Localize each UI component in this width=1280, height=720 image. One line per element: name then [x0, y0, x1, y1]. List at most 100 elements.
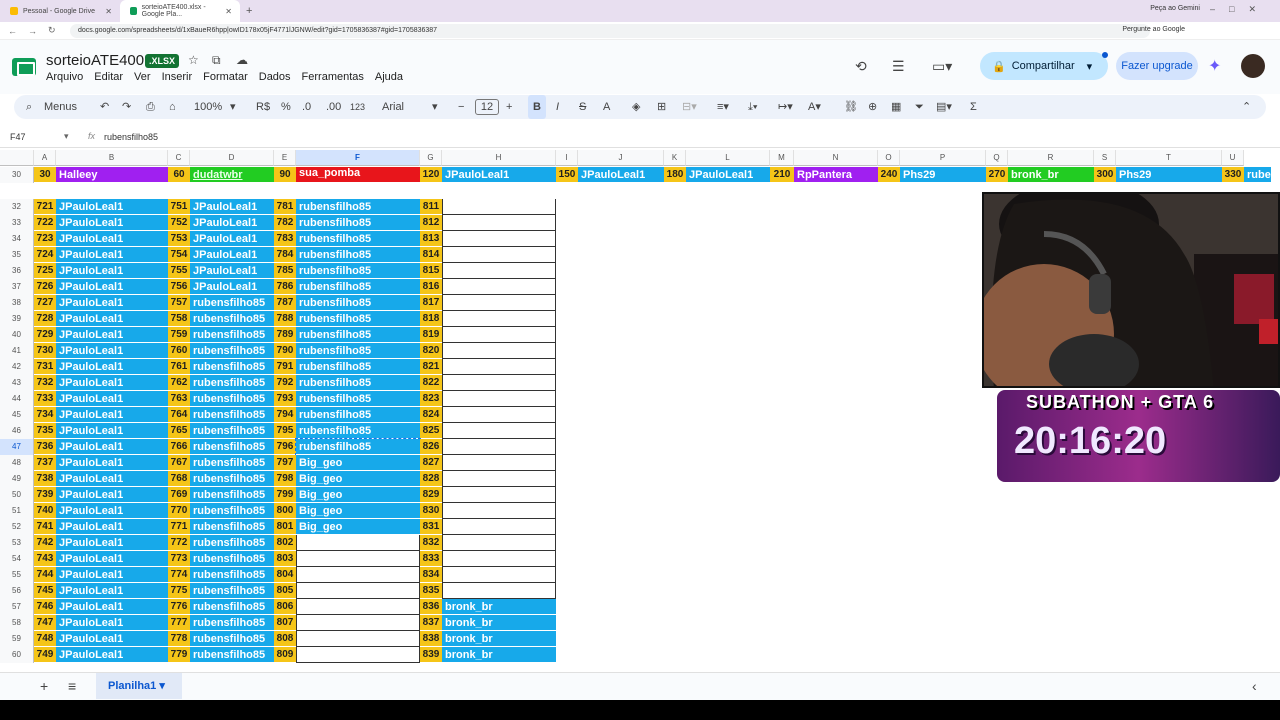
number-cell[interactable]: 726	[34, 279, 56, 295]
number-cell[interactable]: 747	[34, 615, 56, 631]
header-range-cell[interactable]: 60	[168, 167, 190, 183]
number-cell[interactable]: 822	[420, 375, 442, 391]
number-cell[interactable]: 729	[34, 327, 56, 343]
column-header-j[interactable]: J	[578, 150, 664, 166]
row-header[interactable]: 47	[0, 439, 34, 455]
column-header-m[interactable]: M	[770, 150, 794, 166]
select-all-corner[interactable]	[0, 150, 34, 166]
menu-ver[interactable]: Ver	[134, 71, 151, 83]
name-cell[interactable]: JPauloLeal1	[56, 599, 168, 615]
column-header-n[interactable]: N	[794, 150, 878, 166]
header-range-cell[interactable]: 30	[34, 167, 56, 183]
close-tab-icon[interactable]: ✕	[105, 7, 112, 16]
number-cell[interactable]: 835	[420, 583, 442, 599]
number-cell[interactable]: 766	[168, 439, 190, 455]
name-cell[interactable]	[442, 407, 556, 423]
explore-toggle-icon[interactable]: ‹	[1252, 678, 1257, 694]
name-cell[interactable]	[442, 471, 556, 487]
name-cell[interactable]: Big_geo	[296, 487, 420, 503]
number-cell[interactable]: 796	[274, 439, 296, 455]
row-header[interactable]: 35	[0, 247, 34, 263]
row-header[interactable]: 59	[0, 631, 34, 647]
name-cell[interactable]: rubensfilho85	[296, 263, 420, 279]
number-cell[interactable]: 746	[34, 599, 56, 615]
number-cell[interactable]: 794	[274, 407, 296, 423]
row-header[interactable]: 56	[0, 583, 34, 599]
number-cell[interactable]: 806	[274, 599, 296, 615]
browser-tab-sheets[interactable]: sorteioATE400.xlsx - Google Pla... ✕	[120, 0, 240, 22]
number-cell[interactable]: 805	[274, 583, 296, 599]
number-cell[interactable]: 792	[274, 375, 296, 391]
number-cell[interactable]: 744	[34, 567, 56, 583]
undo-icon[interactable]: ↶	[100, 95, 109, 119]
row-header[interactable]: 52	[0, 519, 34, 535]
number-cell[interactable]: 812	[420, 215, 442, 231]
row-header[interactable]: 30	[0, 167, 34, 183]
number-cell[interactable]: 798	[274, 471, 296, 487]
menu-ajuda[interactable]: Ajuda	[375, 71, 403, 83]
name-cell[interactable]: Big_geo	[296, 503, 420, 519]
number-cell[interactable]: 758	[168, 311, 190, 327]
name-cell[interactable]	[442, 311, 556, 327]
name-cell[interactable]: rubensfilho85	[190, 567, 274, 583]
text-wrap-icon[interactable]: ↦▾	[778, 95, 793, 119]
row-header[interactable]: 42	[0, 359, 34, 375]
all-sheets-icon[interactable]: ≡	[68, 678, 76, 694]
chevron-down-icon[interactable]: ▾	[432, 95, 438, 119]
name-cell[interactable]: JPauloLeal1	[56, 343, 168, 359]
menu-formatar[interactable]: Formatar	[203, 71, 248, 83]
header-name-cell[interactable]: Phs29	[900, 167, 986, 183]
header-range-cell[interactable]: 330	[1222, 167, 1244, 183]
name-cell[interactable]: bronk_br	[442, 647, 556, 663]
document-title[interactable]: sorteioATE400	[46, 52, 144, 69]
name-cell[interactable]: JPauloLeal1	[190, 199, 274, 215]
vertical-align-icon[interactable]: ⤓▾	[748, 95, 757, 119]
font-size-field[interactable]: 12	[475, 99, 499, 115]
name-cell[interactable]	[442, 279, 556, 295]
row-header[interactable]: 40	[0, 327, 34, 343]
name-cell[interactable]: JPauloLeal1	[56, 423, 168, 439]
name-cell[interactable]: JPauloLeal1	[56, 519, 168, 535]
row-header[interactable]: 51	[0, 503, 34, 519]
number-cell[interactable]: 773	[168, 551, 190, 567]
number-cell[interactable]: 807	[274, 615, 296, 631]
name-cell[interactable]	[442, 231, 556, 247]
name-cell[interactable]: rubensfilho85	[190, 311, 274, 327]
filter-views-icon[interactable]: ▤▾	[936, 95, 952, 119]
column-header-d[interactable]: D	[190, 150, 274, 166]
reload-icon[interactable]: ↻	[48, 25, 60, 36]
sheets-logo-icon[interactable]	[12, 58, 36, 76]
number-cell[interactable]: 748	[34, 631, 56, 647]
number-cell[interactable]: 818	[420, 311, 442, 327]
name-cell[interactable]	[442, 455, 556, 471]
fill-color-icon[interactable]: ◈	[632, 95, 640, 119]
number-cell[interactable]: 770	[168, 503, 190, 519]
menu-ferramentas[interactable]: Ferramentas	[302, 71, 364, 83]
name-cell[interactable]: JPauloLeal1	[190, 231, 274, 247]
header-range-cell[interactable]: 150	[556, 167, 578, 183]
close-tab-icon[interactable]: ✕	[225, 7, 232, 16]
name-cell[interactable]	[296, 647, 420, 663]
strikethrough-button[interactable]: S	[579, 95, 586, 119]
number-cell[interactable]: 802	[274, 535, 296, 551]
name-cell[interactable]: rubensfilho85	[296, 407, 420, 423]
number-cell[interactable]: 799	[274, 487, 296, 503]
name-cell[interactable]	[442, 583, 556, 599]
number-cell[interactable]: 785	[274, 263, 296, 279]
row-header[interactable]: 48	[0, 455, 34, 471]
number-cell[interactable]: 783	[274, 231, 296, 247]
star-icon[interactable]: ☆	[188, 53, 199, 67]
filter-icon[interactable]: ⏷	[915, 95, 924, 119]
row-header[interactable]: 55	[0, 567, 34, 583]
name-cell[interactable]	[442, 327, 556, 343]
name-cell[interactable]	[442, 535, 556, 551]
number-cell[interactable]: 774	[168, 567, 190, 583]
header-range-cell[interactable]: 120	[420, 167, 442, 183]
header-name-cell[interactable]: Halleey	[56, 167, 168, 183]
zoom-select[interactable]: 100%	[194, 95, 222, 119]
name-cell[interactable]: rubensfilho85	[190, 455, 274, 471]
number-cell[interactable]: 838	[420, 631, 442, 647]
row-header[interactable]: 57	[0, 599, 34, 615]
name-cell[interactable]: JPauloLeal1	[56, 295, 168, 311]
column-header-o[interactable]: O	[878, 150, 900, 166]
